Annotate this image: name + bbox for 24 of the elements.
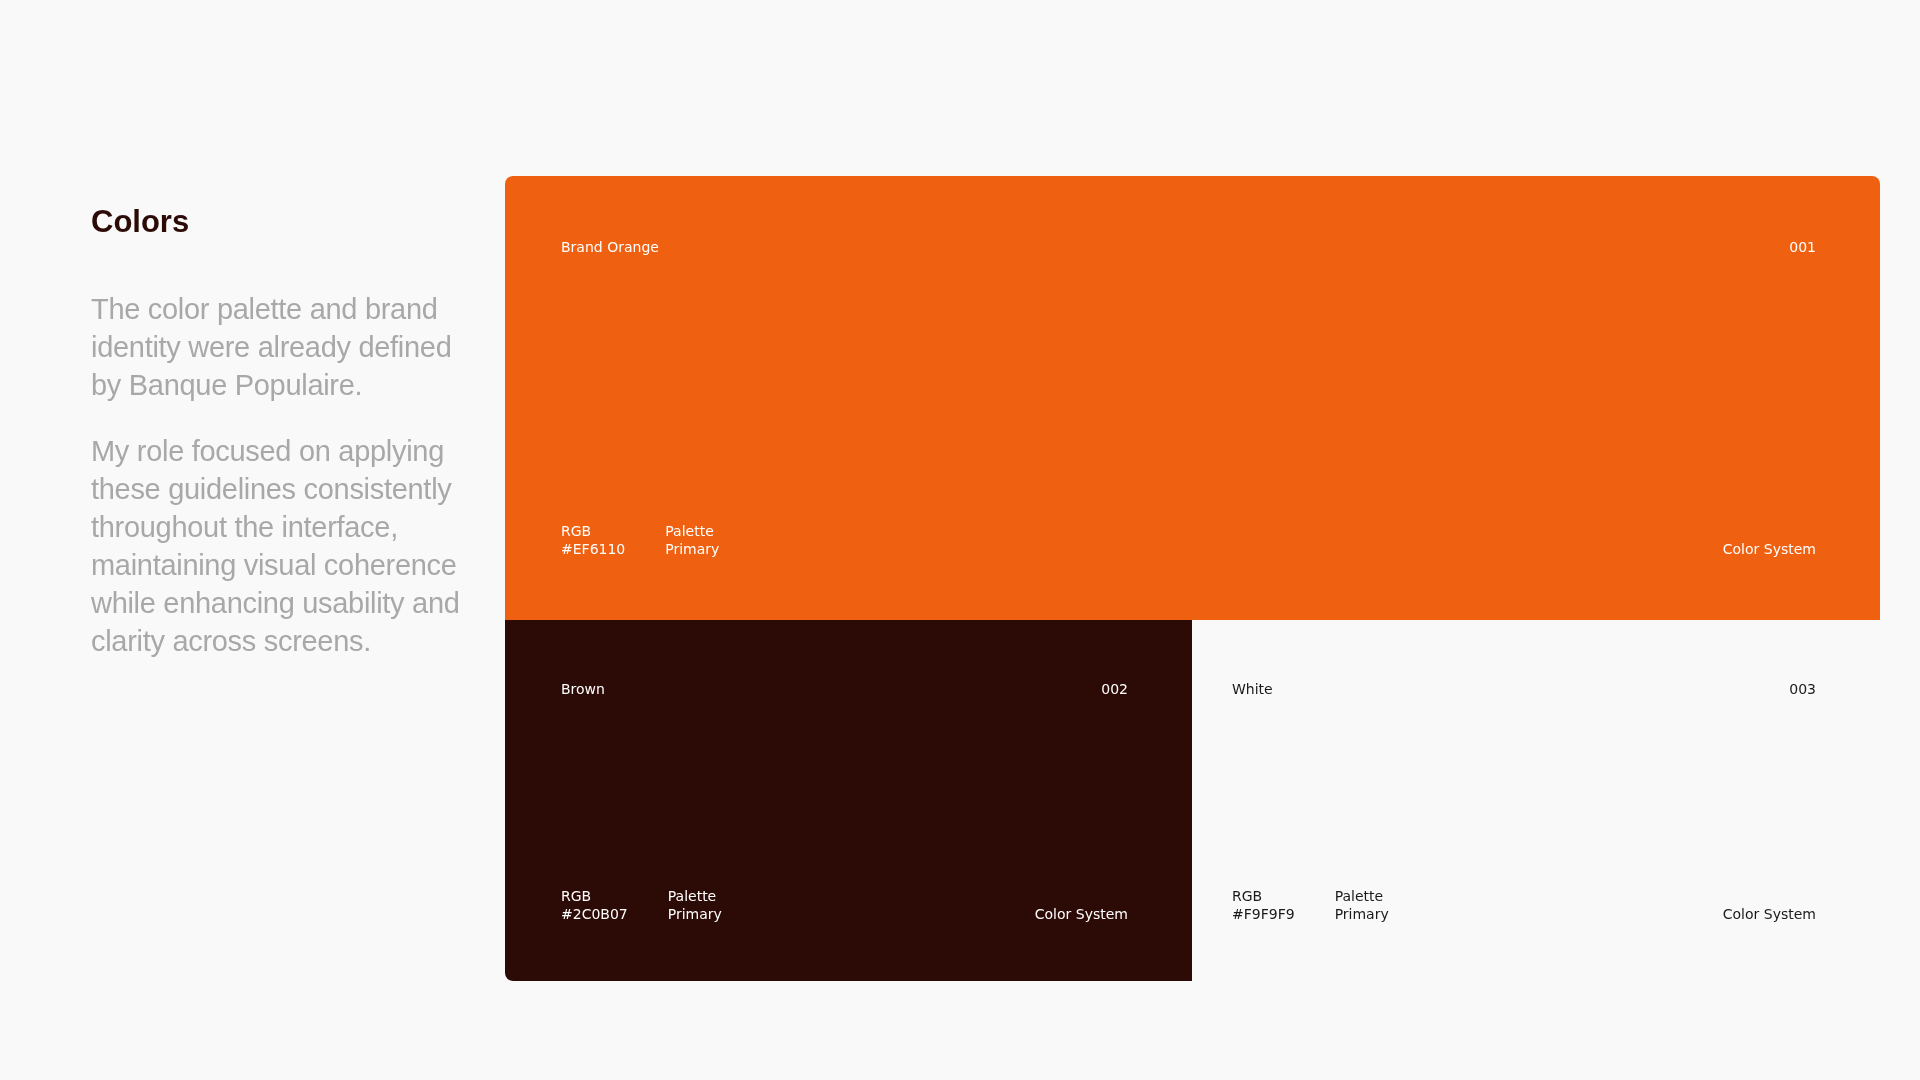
section-title: Colors xyxy=(91,204,191,240)
palette-label: Palette xyxy=(667,887,718,905)
hex-code: #F9F9F9 xyxy=(1232,905,1295,923)
color-number: 003 xyxy=(1789,680,1816,698)
system-label: Color System xyxy=(1722,540,1816,558)
rgb-label: RGB xyxy=(561,522,593,540)
palette-label: Palette xyxy=(1334,887,1385,905)
system-label: Color System xyxy=(1722,905,1816,923)
rgb-label: RGB xyxy=(1232,887,1264,905)
hex-code: #2C0B07 xyxy=(561,905,628,923)
rgb-label: RGB xyxy=(561,887,593,905)
color-name: Brown xyxy=(561,680,605,698)
color-name: White xyxy=(1232,680,1273,698)
description-paragraph: The color palette and brand identity were already defined by Banque Populaire. xyxy=(91,292,453,403)
color-number: 002 xyxy=(1101,680,1128,698)
color-name: Brand Orange xyxy=(561,238,659,256)
system-label: Color System xyxy=(1034,905,1128,923)
palette-label: Palette xyxy=(665,522,715,540)
palette-value: Primary xyxy=(1334,905,1389,923)
description-paragraph: My role focused on applying these guidelines consistently throughout the interface, maintaining visual coherence while enhancing usability and clarity across screens. xyxy=(91,434,461,659)
color-number: 001 xyxy=(1789,238,1816,256)
palette-value: Primary xyxy=(665,540,720,558)
hex-code: #EF6110 xyxy=(561,540,626,558)
palette-value: Primary xyxy=(667,905,722,923)
